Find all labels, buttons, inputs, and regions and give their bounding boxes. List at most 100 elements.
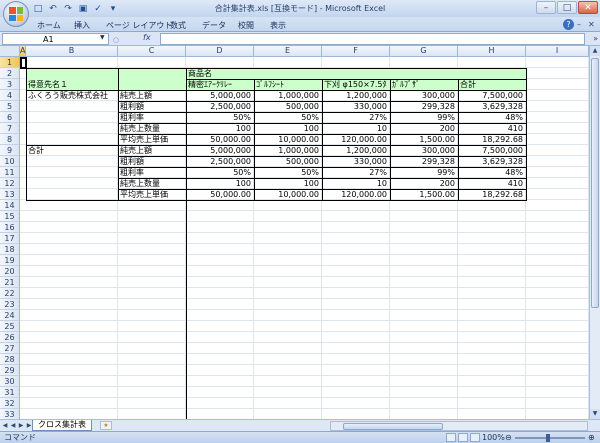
- first-sheet-icon[interactable]: ◀: [2, 421, 8, 431]
- zoom-in-icon[interactable]: ⊕: [588, 433, 595, 443]
- metric-label[interactable]: 粗利額: [118, 101, 186, 112]
- page-break-view-icon[interactable]: [470, 433, 480, 442]
- header-product-1[interactable]: ｺﾞﾙﾌｼｰﾄ: [254, 79, 322, 90]
- metric-value[interactable]: 299,328: [390, 156, 458, 167]
- metric-value[interactable]: 5,000,000: [186, 90, 254, 101]
- column-header-h[interactable]: H: [458, 46, 526, 57]
- metric-value[interactable]: 5,000,000: [186, 145, 254, 156]
- metric-value[interactable]: 410: [458, 123, 526, 134]
- metric-value[interactable]: 410: [458, 178, 526, 189]
- metric-label[interactable]: 平均売上単価: [118, 189, 186, 200]
- tab-page-layout[interactable]: ページ レイアウト: [106, 20, 172, 31]
- tab-home[interactable]: ホーム: [37, 20, 61, 31]
- metric-value[interactable]: 50%: [254, 167, 322, 178]
- metric-value[interactable]: 1,500.00: [390, 189, 458, 200]
- metric-value[interactable]: 330,000: [322, 101, 390, 112]
- metric-value[interactable]: 50%: [254, 112, 322, 123]
- metric-value[interactable]: 100: [254, 178, 322, 189]
- insert-sheet-icon[interactable]: ★: [100, 421, 112, 430]
- row-header-20[interactable]: 20: [0, 266, 20, 277]
- metric-label[interactable]: 純売上額: [118, 145, 186, 156]
- metric-value[interactable]: 120,000.00: [322, 134, 390, 145]
- metric-value[interactable]: 2,500,000: [186, 156, 254, 167]
- metric-value[interactable]: 300,000: [390, 145, 458, 156]
- zoom-level[interactable]: 100%: [482, 433, 505, 443]
- minimize-button[interactable]: –: [536, 1, 556, 14]
- row-header-23[interactable]: 23: [0, 299, 20, 310]
- header-product-0[interactable]: 精密ｴｱｰｸﾘﾚｰ: [186, 79, 254, 90]
- scroll-down-icon[interactable]: ▼: [590, 409, 600, 419]
- metric-value[interactable]: 300,000: [390, 90, 458, 101]
- column-header-i[interactable]: I: [526, 46, 589, 57]
- zoom-slider-handle[interactable]: [546, 434, 550, 442]
- metric-value[interactable]: 3,629,328: [458, 101, 526, 112]
- row-header-25[interactable]: 25: [0, 321, 20, 332]
- metric-value[interactable]: 200: [390, 178, 458, 189]
- zoom-out-icon[interactable]: ⊖: [505, 433, 512, 443]
- row-header-24[interactable]: 24: [0, 310, 20, 321]
- row-header-27[interactable]: 27: [0, 343, 20, 354]
- row-header-6[interactable]: 6: [0, 112, 20, 123]
- metric-value[interactable]: 48%: [458, 112, 526, 123]
- row-header-3[interactable]: 3: [0, 79, 20, 90]
- tab-formulas[interactable]: 数式: [170, 20, 186, 31]
- metric-value[interactable]: 2,500,000: [186, 101, 254, 112]
- select-all-corner[interactable]: [0, 46, 20, 57]
- tab-review[interactable]: 校閲: [238, 20, 254, 31]
- metric-value[interactable]: 10,000.00: [254, 189, 322, 200]
- row-header-4[interactable]: 4: [0, 90, 20, 101]
- metric-value[interactable]: 100: [254, 123, 322, 134]
- column-header-b[interactable]: B: [26, 46, 118, 57]
- metric-value[interactable]: 500,000: [254, 101, 322, 112]
- metric-value[interactable]: 18,292.68: [458, 189, 526, 200]
- row-header-7[interactable]: 7: [0, 123, 20, 134]
- metric-value[interactable]: 1,200,000: [322, 145, 390, 156]
- normal-view-icon[interactable]: [446, 433, 456, 442]
- metric-value[interactable]: 100: [186, 178, 254, 189]
- row-header-5[interactable]: 5: [0, 101, 20, 112]
- metric-value[interactable]: 100: [186, 123, 254, 134]
- metric-value[interactable]: 27%: [322, 112, 390, 123]
- metric-value[interactable]: 50%: [186, 112, 254, 123]
- horizontal-scrollbar[interactable]: [330, 421, 588, 431]
- name-box[interactable]: A1: [2, 33, 109, 45]
- vertical-scrollbar[interactable]: ▲ ▼: [589, 46, 600, 419]
- customer-name-1[interactable]: 合計: [26, 145, 118, 156]
- row-header-8[interactable]: 8: [0, 134, 20, 145]
- maximize-button[interactable]: □: [557, 1, 577, 14]
- row-header-16[interactable]: 16: [0, 222, 20, 233]
- office-button[interactable]: [3, 1, 29, 27]
- metric-value[interactable]: 48%: [458, 167, 526, 178]
- metric-value[interactable]: 3,629,328: [458, 156, 526, 167]
- row-header-26[interactable]: 26: [0, 332, 20, 343]
- row-header-2[interactable]: 2: [0, 68, 20, 79]
- header-product-2[interactable]: 下刈 φ150×7.5ﾀ: [322, 79, 390, 90]
- metric-value[interactable]: 7,500,000: [458, 90, 526, 101]
- expand-formula-bar-icon[interactable]: »: [593, 34, 598, 43]
- row-header-14[interactable]: 14: [0, 200, 20, 211]
- metric-value[interactable]: 7,500,000: [458, 145, 526, 156]
- metric-value[interactable]: 1,000,000: [254, 145, 322, 156]
- row-header-9[interactable]: 9: [0, 145, 20, 156]
- header-customer-name[interactable]: 得意先名１: [26, 79, 118, 90]
- metric-label[interactable]: 粗利率: [118, 112, 186, 123]
- ribbon-minimize-icon[interactable]: –: [577, 20, 586, 29]
- metric-value[interactable]: 18,292.68: [458, 134, 526, 145]
- row-header-31[interactable]: 31: [0, 387, 20, 398]
- column-header-c[interactable]: C: [118, 46, 186, 57]
- name-box-dropdown-icon[interactable]: ▼: [100, 34, 105, 41]
- metric-value[interactable]: 120,000.00: [322, 189, 390, 200]
- metric-value[interactable]: 1,200,000: [322, 90, 390, 101]
- vertical-scroll-thumb[interactable]: [591, 58, 599, 308]
- metric-value[interactable]: 99%: [390, 167, 458, 178]
- metric-value[interactable]: 500,000: [254, 156, 322, 167]
- workbook-close-icon[interactable]: ✕: [588, 20, 597, 29]
- row-header-19[interactable]: 19: [0, 255, 20, 266]
- column-header-g[interactable]: G: [390, 46, 458, 57]
- metric-value[interactable]: 50,000.00: [186, 134, 254, 145]
- row-header-17[interactable]: 17: [0, 233, 20, 244]
- row-header-21[interactable]: 21: [0, 277, 20, 288]
- help-icon[interactable]: ?: [563, 19, 574, 30]
- insert-function-icon[interactable]: fx: [143, 33, 151, 42]
- row-header-12[interactable]: 12: [0, 178, 20, 189]
